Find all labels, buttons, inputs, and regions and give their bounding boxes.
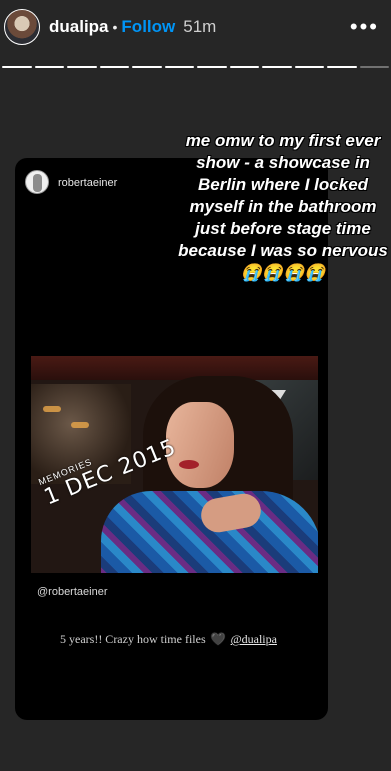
progress-segment bbox=[99, 66, 129, 68]
photo-tag[interactable]: @robertaeiner bbox=[37, 586, 107, 598]
repost-caption: 5 years!! Crazy how time files 🖤 @dualip… bbox=[60, 632, 277, 647]
caption-mention-link[interactable]: @dualipa bbox=[231, 632, 277, 646]
progress-segment bbox=[164, 66, 194, 68]
username[interactable]: dualipa bbox=[49, 17, 109, 37]
progress-segment bbox=[34, 66, 64, 68]
story-header: dualipa • Follow 51m ••• bbox=[4, 6, 387, 48]
caption-text: 5 years!! Crazy how time files bbox=[60, 632, 206, 646]
story-progress-bar bbox=[2, 66, 389, 68]
more-options-icon[interactable]: ••• bbox=[350, 16, 379, 38]
timestamp: 51m bbox=[183, 17, 217, 36]
progress-segment bbox=[359, 66, 389, 68]
black-heart-icon: 🖤 bbox=[210, 632, 226, 646]
profile-avatar[interactable] bbox=[4, 9, 40, 45]
progress-segment bbox=[327, 66, 357, 68]
progress-segment bbox=[2, 66, 32, 68]
repost-username[interactable]: robertaeiner bbox=[58, 177, 117, 189]
progress-segment bbox=[132, 66, 162, 68]
progress-segment bbox=[67, 66, 97, 68]
street-light bbox=[71, 422, 89, 428]
story-photo: MEMORIES 1 DEC 2015 bbox=[31, 356, 318, 573]
car-ceiling bbox=[31, 356, 318, 380]
progress-segment bbox=[197, 66, 227, 68]
street-light bbox=[43, 406, 61, 412]
progress-segment bbox=[294, 66, 324, 68]
separator-dot: • bbox=[112, 19, 118, 35]
face bbox=[166, 402, 234, 488]
lips bbox=[179, 460, 199, 469]
progress-segment bbox=[229, 66, 259, 68]
follow-button[interactable]: Follow bbox=[121, 17, 175, 37]
repost-avatar[interactable] bbox=[25, 170, 49, 194]
progress-segment bbox=[262, 66, 292, 68]
story-overlay-text: me omw to my first ever show - a showcas… bbox=[178, 131, 388, 282]
